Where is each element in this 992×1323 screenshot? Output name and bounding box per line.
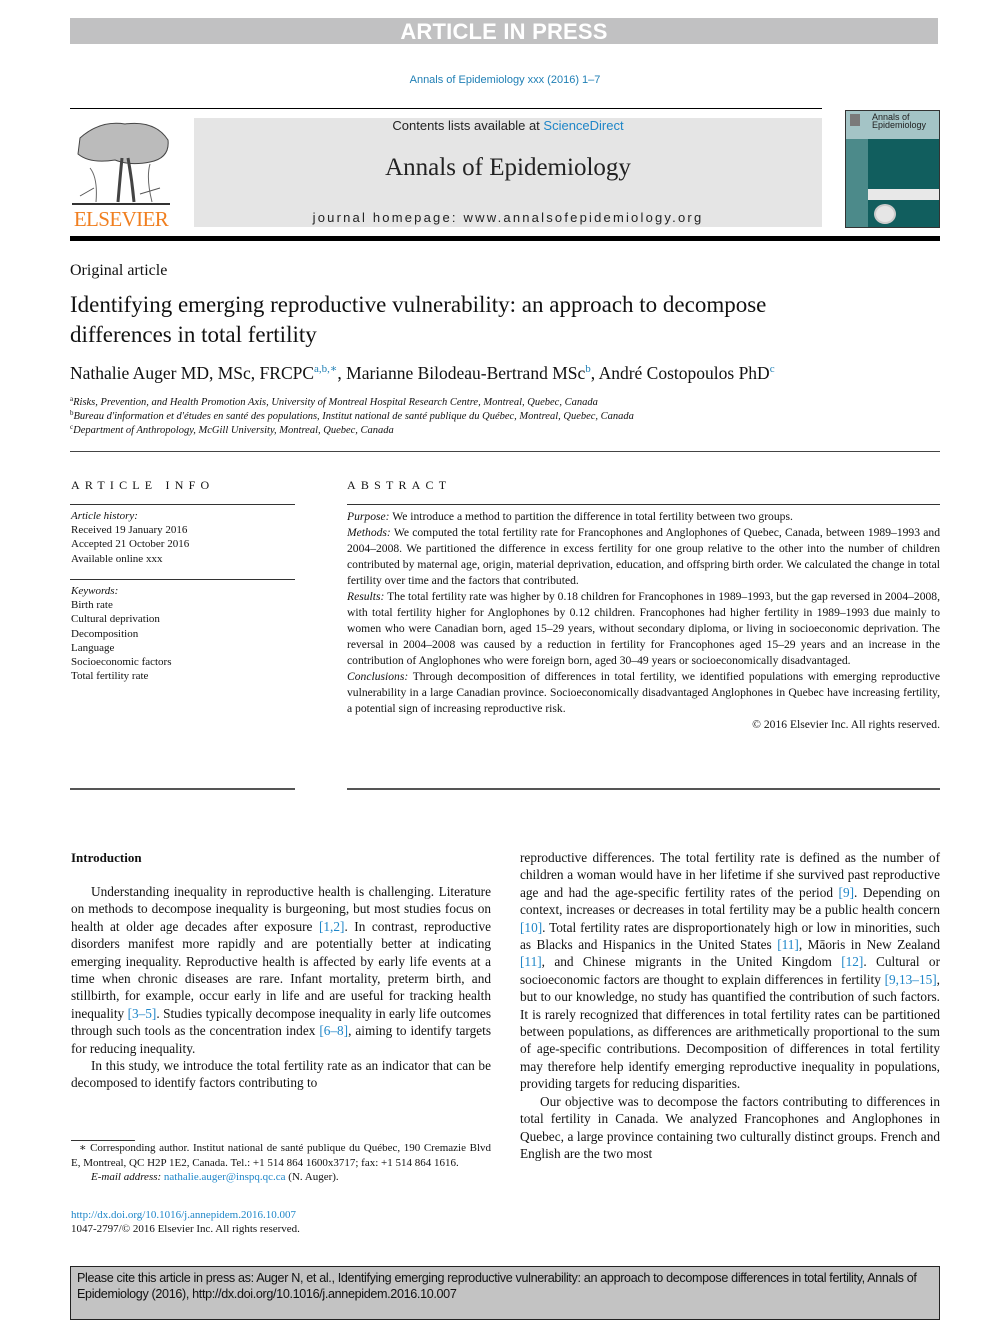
abstract-section-text: We introduce a method to partition the d… bbox=[389, 510, 793, 523]
citation-link[interactable]: [1,2] bbox=[319, 919, 344, 934]
cover-logo bbox=[850, 114, 860, 126]
citation-box: Please cite this article in press as: Au… bbox=[70, 1266, 940, 1320]
abstract-section-text: The total fertility rate was higher by 0… bbox=[347, 590, 940, 667]
divider bbox=[347, 788, 940, 790]
divider bbox=[70, 788, 295, 790]
body-paragraph: Our objective was to decompose the facto… bbox=[520, 1093, 940, 1163]
citation-link[interactable]: [11] bbox=[777, 937, 799, 952]
author-separator: , bbox=[337, 363, 347, 383]
cover-sidebar bbox=[846, 139, 868, 227]
article-history-heading: Article history: bbox=[71, 510, 138, 522]
history-received: Received 19 January 2016 bbox=[71, 524, 188, 537]
keyword: Language bbox=[71, 641, 115, 654]
affiliation-text: Department of Anthropology, McGill Unive… bbox=[73, 425, 394, 436]
abstract-results: Results: The total fertility rate was hi… bbox=[347, 589, 940, 669]
history-accepted: Accepted 21 October 2016 bbox=[71, 538, 190, 551]
abstract-section-text: We computed the total fertility rate for… bbox=[347, 526, 940, 587]
issn-copyright: 1047-2797/© 2016 Elsevier Inc. All right… bbox=[71, 1223, 300, 1235]
masthead-thick-rule bbox=[70, 236, 940, 241]
abstract-heading: ABSTRACT bbox=[347, 478, 452, 492]
keyword: Decomposition bbox=[71, 627, 139, 640]
citation-link[interactable]: [10] bbox=[520, 920, 542, 935]
abstract-copyright: © 2016 Elsevier Inc. All rights reserved… bbox=[752, 718, 940, 731]
abstract-methods: Methods: We computed the total fertility… bbox=[347, 525, 940, 589]
email-line: E-mail address: nathalie.auger@inspq.qc.… bbox=[71, 1170, 491, 1185]
divider bbox=[70, 579, 295, 580]
sciencedirect-link[interactable]: ScienceDirect bbox=[543, 118, 623, 133]
cover-title: Annals of Epidemiology bbox=[872, 112, 927, 130]
abstract-purpose: Purpose: We introduce a method to partit… bbox=[347, 509, 940, 525]
cover-stripe bbox=[868, 189, 939, 200]
affiliation-text: Bureau d'information et d'études en sant… bbox=[73, 411, 634, 422]
abstract-section-label: Purpose: bbox=[347, 510, 390, 523]
keyword: Socioeconomic factors bbox=[71, 656, 172, 669]
elsevier-wordmark: ELSEVIER bbox=[73, 207, 169, 231]
journal-reference-link[interactable]: Annals of Epidemiology xxx (2016) 1–7 bbox=[0, 74, 992, 86]
journal-homepage-link[interactable]: journal homepage: www.annalsofepidemiolo… bbox=[194, 210, 822, 225]
body-text: , and Chinese migrants in the United Kin… bbox=[541, 954, 842, 970]
citation-link[interactable]: [3–5] bbox=[128, 1006, 157, 1021]
body-paragraph: Understanding inequality in reproductive… bbox=[71, 883, 491, 1057]
author-affiliation-marker[interactable]: c bbox=[770, 363, 775, 375]
author-separator: , bbox=[590, 363, 599, 383]
corresponding-author-note: ∗ Corresponding author. Institut nationa… bbox=[71, 1142, 491, 1169]
contents-prefix: Contents lists available at bbox=[392, 118, 544, 133]
citation-link[interactable]: [11] bbox=[520, 954, 542, 969]
article-info-heading: ARTICLE INFO bbox=[71, 478, 215, 492]
introduction-heading: Introduction bbox=[71, 850, 142, 865]
body-paragraph: In this study, we introduce the total fe… bbox=[71, 1057, 491, 1092]
abstract-section-label: Methods: bbox=[347, 526, 391, 539]
author-name: André Costopoulos PhD bbox=[598, 363, 770, 383]
abstract-conclusions: Conclusions: Through decomposition of di… bbox=[347, 669, 940, 717]
body-text: , Māoris in New Zealand bbox=[798, 937, 940, 953]
author-name: Marianne Bilodeau-Bertrand MSc bbox=[346, 363, 586, 383]
author-name: Nathalie Auger MD, MSc, FRCPC bbox=[70, 363, 315, 383]
journal-title: Annals of Epidemiology bbox=[385, 154, 631, 181]
divider bbox=[347, 504, 940, 505]
header-rule bbox=[70, 108, 822, 109]
article-in-press-banner: ARTICLE IN PRESS bbox=[70, 18, 938, 44]
doi-link[interactable]: http://dx.doi.org/10.1016/j.annepidem.20… bbox=[71, 1209, 296, 1221]
affiliation: bBureau d'information et d'études en san… bbox=[70, 409, 634, 422]
author-affiliation-marker[interactable]: a,b,∗ bbox=[314, 363, 337, 375]
abstract-section-label: Conclusions: bbox=[347, 670, 409, 683]
citation-link[interactable]: [9,13–15] bbox=[885, 972, 937, 987]
abstract-section-text: Through decomposition of differences in … bbox=[347, 670, 940, 715]
cover-seal-icon bbox=[874, 204, 896, 224]
divider bbox=[70, 504, 295, 505]
affiliation: aRisks, Prevention, and Health Promotion… bbox=[70, 395, 598, 408]
article-type: Original article bbox=[70, 262, 168, 279]
footnote: ∗ Corresponding author. Institut nationa… bbox=[71, 1141, 491, 1185]
body-column-right: reproductive differences. The total fert… bbox=[520, 849, 940, 1162]
body-paragraph: reproductive differences. The total fert… bbox=[520, 849, 940, 1093]
keywords-heading: Keywords: bbox=[71, 585, 119, 597]
email-suffix: (N. Auger). bbox=[285, 1171, 339, 1183]
body-column-left: Understanding inequality in reproductive… bbox=[71, 883, 491, 1092]
keywords: Keywords: Birth rate Cultural deprivatio… bbox=[71, 584, 172, 683]
affiliation: cDepartment of Anthropology, McGill Univ… bbox=[70, 423, 394, 436]
abstract-section-label: Results: bbox=[347, 590, 385, 603]
abstract-body: Purpose: We introduce a method to partit… bbox=[347, 509, 940, 733]
email-label: E-mail address: bbox=[91, 1171, 162, 1183]
contents-line: Contents lists available at ScienceDirec… bbox=[194, 118, 822, 133]
journal-cover-thumbnail[interactable]: Annals of Epidemiology bbox=[845, 110, 940, 228]
article-history: Article history: Received 19 January 201… bbox=[71, 509, 189, 566]
article-title: Identifying emerging reproductive vulner… bbox=[70, 292, 767, 347]
citation-link[interactable]: [12] bbox=[841, 954, 863, 969]
body-text: , but to our knowledge, no study has qua… bbox=[520, 971, 940, 1092]
keyword: Birth rate bbox=[71, 599, 113, 612]
email-link[interactable]: nathalie.auger@inspq.qc.ca bbox=[164, 1171, 286, 1183]
body-text: In this study, we introduce the total fe… bbox=[71, 1058, 491, 1091]
history-online: Available online xxx bbox=[71, 552, 163, 565]
affiliations-rule bbox=[70, 451, 940, 452]
body-text: Our objective was to decompose the facto… bbox=[520, 1093, 940, 1161]
keyword: Cultural deprivation bbox=[71, 613, 160, 626]
author-list: Nathalie Auger MD, MSc, FRCPCa,b,∗, Mari… bbox=[70, 362, 775, 384]
citation-link[interactable]: [6–8] bbox=[319, 1023, 348, 1038]
keyword: Total fertility rate bbox=[71, 670, 149, 683]
affiliation-text: Risks, Prevention, and Health Promotion … bbox=[73, 397, 598, 408]
citation-link[interactable]: [9] bbox=[839, 885, 855, 900]
